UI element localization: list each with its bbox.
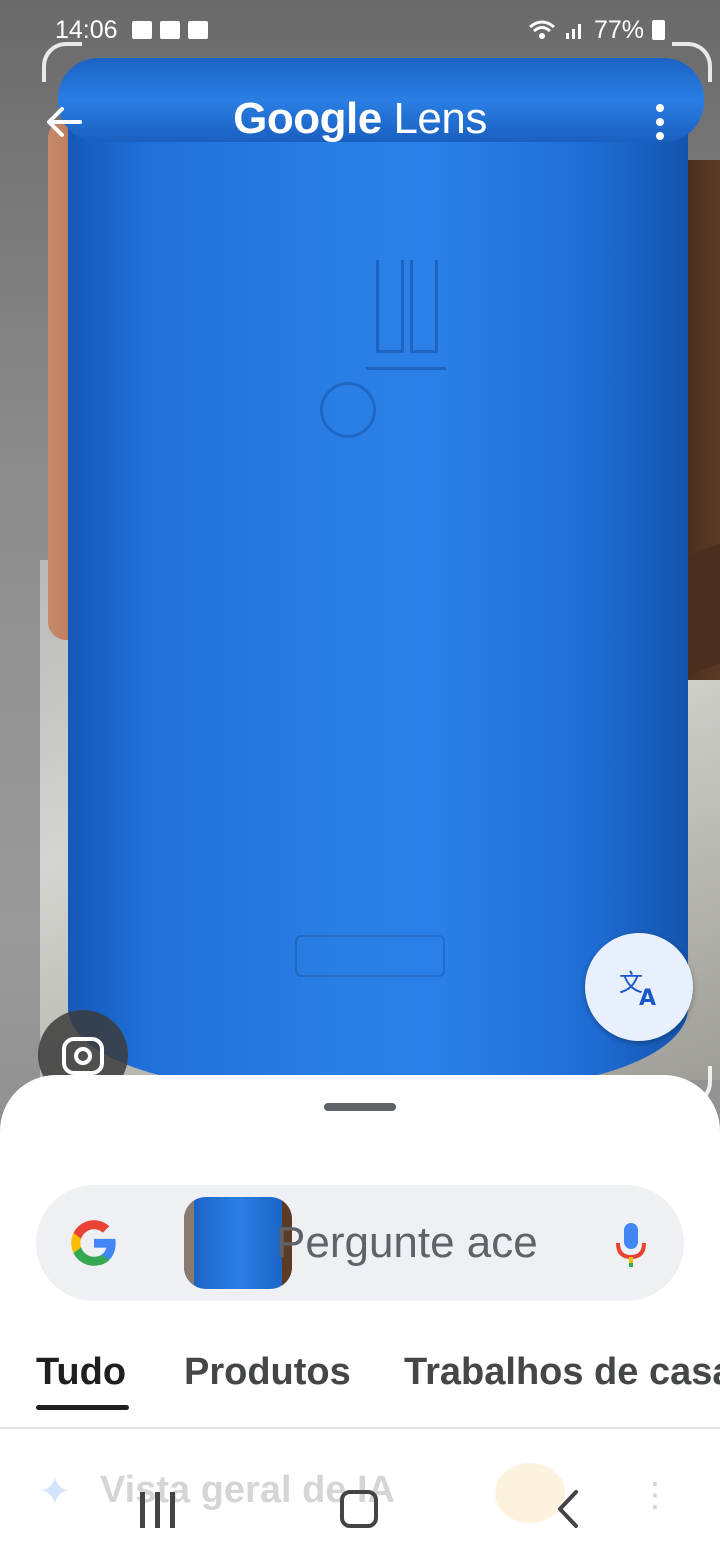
tab-trabalhos-de-casa[interactable]: Trabalhos de casa [404,1351,720,1394]
page-title: Google Lens [0,94,720,144]
title-product: Lens [393,94,487,143]
signal-icon [565,24,581,39]
more-vert-icon [656,104,664,112]
facebook-icon [131,21,152,39]
search-input[interactable] [276,1213,576,1273]
system-icons: 77% [528,16,665,45]
search-bar[interactable] [36,1185,684,1301]
sheet-drag-handle[interactable] [324,1103,396,1111]
nav-back-icon[interactable] [548,1484,588,1534]
google-g-icon [71,1220,116,1266]
recent-apps-icon [140,1492,145,1528]
more-vert-dot [656,118,664,126]
notification-icons [131,21,208,39]
recent-apps-bar [170,1492,175,1528]
result-tabs: Tudo Produtos Trabalhos de casa [0,1343,720,1427]
more-options-button[interactable] [640,94,680,150]
calendar-icon [187,21,208,39]
recent-apps-bar [155,1492,160,1528]
tab-produtos[interactable]: Produtos [184,1351,351,1394]
tabs-divider [0,1427,720,1429]
lens-top-bar: Google Lens [0,80,720,166]
translate-icon: 文 A [619,969,656,1009]
this-way-up-arrows-icon [366,240,446,370]
status-time: 14:06 [55,15,118,44]
wifi-icon [528,20,555,39]
lens-camera-icon [62,1037,104,1075]
title-brand: Google [233,94,382,143]
active-tab-indicator [36,1405,129,1410]
system-navigation-bar [0,1470,720,1560]
battery-percent: 77% [593,15,644,44]
folder-icon [159,21,180,39]
barrel-label-plate [295,935,445,977]
more-vert-dot [656,132,664,140]
svg-text:A: A [639,986,656,1009]
translate-button[interactable]: 文 A [585,933,693,1041]
recent-apps-button[interactable] [140,1492,175,1528]
barrel-seal-mark [320,382,376,438]
tab-tudo[interactable]: Tudo [36,1351,126,1394]
home-button[interactable] [340,1490,378,1528]
status-bar: 14:06 77% [0,0,720,60]
battery-icon [652,20,665,40]
mic-icon[interactable] [614,1221,648,1269]
